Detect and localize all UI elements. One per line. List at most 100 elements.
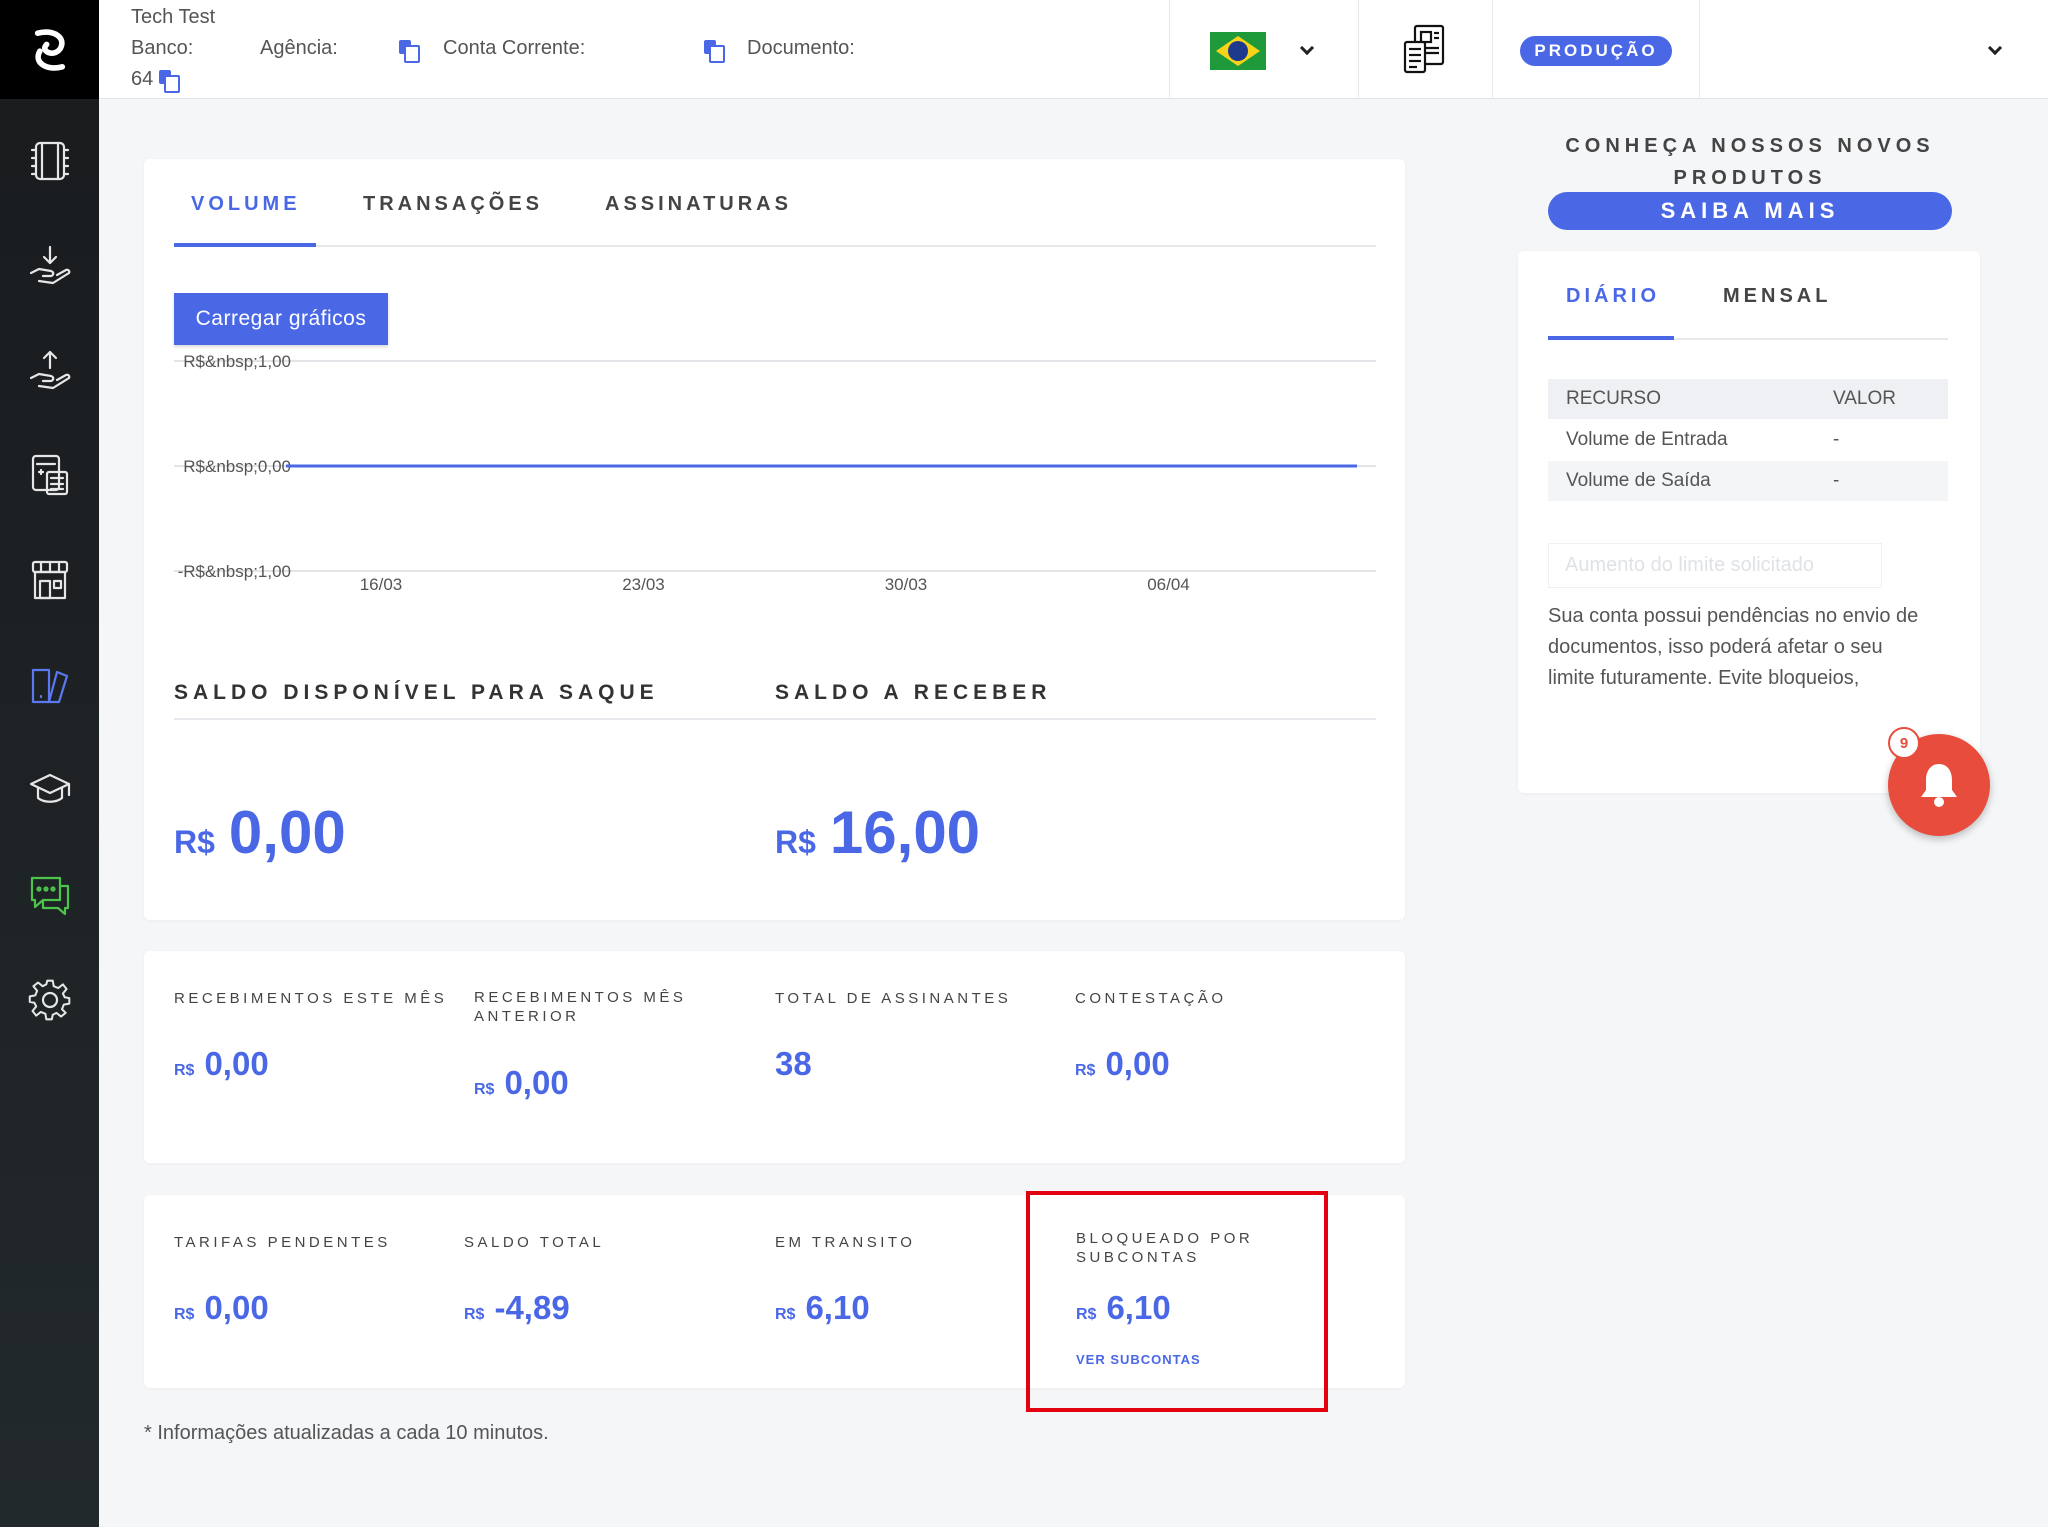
table-header: RECURSO VALOR bbox=[1548, 379, 1948, 419]
stat-label-total-assinantes: TOTAL DE ASSINANTES bbox=[775, 990, 1012, 1007]
saldo-receber-value: 16,00 bbox=[829, 799, 981, 866]
sidebar-item-calculator[interactable] bbox=[0, 435, 99, 515]
currency-symbol: R$ bbox=[174, 824, 215, 860]
table-cell: Volume de Entrada bbox=[1566, 429, 1728, 450]
limits-card bbox=[1518, 251, 1980, 793]
x-tick-label: 30/03 bbox=[885, 575, 928, 594]
load-charts-button[interactable]: Carregar gráficos bbox=[174, 293, 388, 345]
extract-icon bbox=[30, 141, 69, 181]
agencia-label: Agência: bbox=[260, 37, 338, 59]
stat-value: 0,00 bbox=[1105, 1045, 1170, 1082]
saldo-receber-amount: R$ 16,00 bbox=[775, 798, 980, 867]
tab-active-indicator bbox=[174, 243, 316, 247]
tab-transacoes[interactable]: TRANSAÇÕES bbox=[363, 193, 543, 216]
sidebar-item-extract[interactable] bbox=[0, 121, 99, 201]
receive-icon bbox=[29, 245, 70, 285]
stat-label-em-transito: EM TRANSITO bbox=[775, 1234, 916, 1251]
y-tick-label: -R$&nbsp;1,00 bbox=[178, 562, 291, 581]
table-row: Volume de Saída - bbox=[1548, 461, 1948, 501]
sidebar-item-receive[interactable] bbox=[0, 226, 99, 306]
x-tick-label: 23/03 bbox=[622, 575, 665, 594]
currency-symbol: R$ bbox=[474, 1081, 495, 1098]
stat-label-contestacao: CONTESTAÇÃO bbox=[1075, 990, 1227, 1007]
app-logo[interactable] bbox=[0, 0, 99, 99]
currency-symbol: R$ bbox=[775, 1306, 796, 1323]
tab-diario[interactable]: DIÁRIO bbox=[1566, 285, 1660, 308]
documento-label: Documento: bbox=[747, 37, 855, 59]
tab-assinaturas[interactable]: ASSINATURAS bbox=[605, 193, 792, 216]
stat-value: 0,00 bbox=[204, 1289, 269, 1326]
currency-symbol: R$ bbox=[174, 1306, 195, 1323]
environment-badge[interactable]: PRODUÇÃO bbox=[1520, 36, 1672, 66]
document-icon[interactable] bbox=[1403, 24, 1447, 74]
column-header: VALOR bbox=[1833, 388, 1897, 409]
x-tick-label: 16/03 bbox=[360, 575, 403, 594]
sidebar-item-settings[interactable] bbox=[0, 960, 99, 1040]
stat-label-tarifas-pendentes: TARIFAS PENDENTES bbox=[174, 1234, 391, 1251]
sidebar-item-send[interactable] bbox=[0, 331, 99, 411]
sidebar bbox=[0, 0, 99, 1527]
y-tick-label: R$&nbsp;1,00 bbox=[183, 352, 291, 371]
logo-icon bbox=[34, 28, 65, 71]
separator bbox=[1492, 0, 1493, 99]
sidebar-item-academy[interactable] bbox=[0, 750, 99, 830]
separator bbox=[1699, 0, 1700, 99]
saldo-disponivel-amount: R$ 0,00 bbox=[174, 798, 346, 867]
stat-value-em-transito: R$ 6,10 bbox=[775, 1289, 870, 1327]
pending-documents-text: Sua conta possui pendências no envio de … bbox=[1548, 605, 1919, 689]
conta-corrente-label: Conta Corrente: bbox=[443, 37, 586, 59]
saldo-disponivel-value: 0,00 bbox=[228, 799, 346, 866]
gear-icon bbox=[28, 979, 70, 1021]
copy-conta-icon[interactable] bbox=[704, 40, 725, 63]
limit-increase-button[interactable]: Aumento do limite solicitado bbox=[1548, 543, 1882, 588]
separator bbox=[1358, 0, 1359, 99]
send-icon bbox=[29, 350, 70, 390]
language-chevron-down-icon[interactable] bbox=[1299, 40, 1315, 56]
table-cell: - bbox=[1833, 429, 1840, 450]
tab-active-indicator bbox=[1548, 336, 1674, 340]
calculator-icon bbox=[31, 454, 68, 496]
stat-value-total-assinantes: 38 bbox=[775, 1045, 812, 1083]
stat-value: 0,00 bbox=[204, 1045, 269, 1082]
stat-value: 38 bbox=[775, 1045, 812, 1082]
highlight-box bbox=[1026, 1191, 1328, 1412]
stat-value: 0,00 bbox=[504, 1064, 569, 1101]
currency-symbol: R$ bbox=[775, 824, 816, 860]
tab-volume[interactable]: VOLUME bbox=[191, 193, 301, 216]
stat-label-recebimentos-anterior: RECEBIMENTOS MÊS ANTERIOR bbox=[474, 989, 687, 1025]
banco-number-value: 64 bbox=[131, 68, 154, 90]
chat-icon bbox=[30, 876, 69, 916]
tab-mensal[interactable]: MENSAL bbox=[1723, 285, 1831, 308]
table-cell: Volume de Saída bbox=[1566, 470, 1711, 491]
copy-agencia-icon[interactable] bbox=[399, 40, 420, 63]
update-footnote: * Informações atualizadas a cada 10 minu… bbox=[144, 1422, 549, 1444]
stat-value: 6,10 bbox=[805, 1289, 870, 1326]
stat-value-contestacao: R$ 0,00 bbox=[1075, 1045, 1170, 1083]
banco-label: Banco: bbox=[131, 37, 194, 59]
stat-label-recebimentos-mes: RECEBIMENTOS ESTE MÊS bbox=[174, 990, 448, 1007]
dashboard-icon bbox=[31, 668, 68, 704]
account-name: Tech Test bbox=[131, 6, 216, 28]
y-tick-label: R$&nbsp;0,00 bbox=[183, 457, 291, 476]
saldo-receber-title: SALDO A RECEBER bbox=[775, 681, 1052, 704]
currency-symbol: R$ bbox=[1075, 1062, 1096, 1079]
section-divider bbox=[174, 718, 1376, 720]
bell-icon bbox=[1921, 764, 1957, 807]
top-bar: Tech Test Banco: Agência: Conta Corrente… bbox=[99, 0, 2048, 99]
sidebar-item-chat[interactable] bbox=[0, 855, 99, 935]
sidebar-item-store[interactable] bbox=[0, 540, 99, 620]
saiba-mais-button[interactable]: SAIBA MAIS bbox=[1548, 192, 1952, 230]
volume-chart: R$&nbsp;1,00 R$&nbsp;0,00 -R$&nbsp;1,00 16… bbox=[174, 352, 1376, 594]
x-tick-label: 06/04 bbox=[1147, 575, 1190, 594]
stat-label-saldo-total: SALDO TOTAL bbox=[464, 1234, 605, 1251]
currency-symbol: R$ bbox=[464, 1306, 485, 1323]
store-icon bbox=[31, 560, 68, 600]
graduation-cap-icon bbox=[29, 773, 70, 803]
user-menu-chevron-down-icon[interactable] bbox=[1987, 40, 2003, 56]
brazil-flag-icon[interactable] bbox=[1210, 32, 1266, 70]
copy-banco-icon[interactable] bbox=[159, 69, 181, 93]
saldo-disponivel-title: SALDO DISPONÍVEL PARA SAQUE bbox=[174, 681, 659, 704]
sidebar-item-dashboard[interactable] bbox=[0, 645, 99, 725]
banco-number: 64 bbox=[131, 68, 181, 93]
currency-symbol: R$ bbox=[174, 1062, 195, 1079]
